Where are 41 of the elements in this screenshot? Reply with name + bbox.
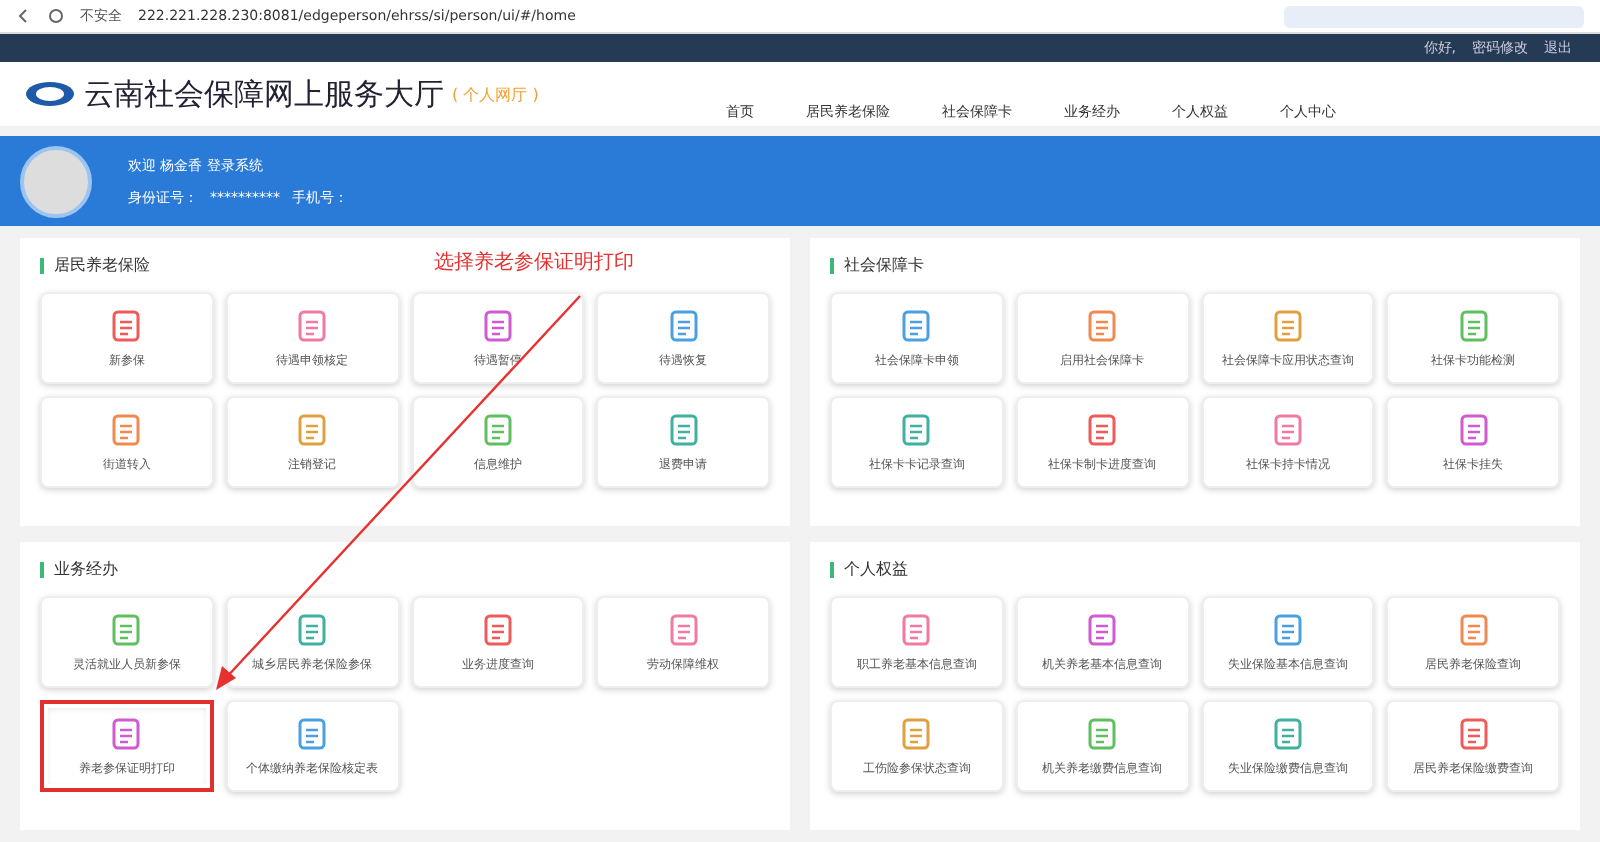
site-subtitle: ( 个人网厅 ) bbox=[452, 83, 539, 105]
document-icon bbox=[108, 307, 145, 343]
document-icon bbox=[898, 307, 935, 343]
reload-icon[interactable] bbox=[48, 8, 64, 24]
document-icon bbox=[1084, 611, 1121, 647]
document-icon bbox=[898, 611, 935, 647]
site-title: 云南社会保障网上服务大厅 bbox=[84, 75, 444, 113]
document-icon bbox=[294, 307, 331, 343]
document-icon bbox=[1455, 715, 1492, 751]
document-icon bbox=[1455, 611, 1492, 647]
avatar bbox=[20, 145, 92, 217]
document-icon bbox=[1269, 307, 1306, 343]
section-title: 个人权益 bbox=[844, 558, 908, 580]
document-icon bbox=[665, 611, 702, 647]
document-icon bbox=[294, 715, 331, 751]
document-icon bbox=[479, 611, 516, 647]
document-icon bbox=[898, 715, 935, 751]
document-icon bbox=[1269, 715, 1306, 751]
back-icon[interactable] bbox=[16, 8, 32, 24]
logo-icon bbox=[24, 80, 76, 108]
document-icon bbox=[1084, 411, 1121, 447]
document-icon bbox=[479, 307, 516, 343]
document-icon bbox=[108, 715, 145, 751]
section-title: 业务经办 bbox=[54, 558, 118, 580]
document-icon bbox=[1455, 307, 1492, 343]
document-icon bbox=[1084, 715, 1121, 751]
document-icon bbox=[898, 411, 935, 447]
document-icon bbox=[665, 307, 702, 343]
section-title: 居民养老保险 bbox=[54, 254, 150, 276]
document-icon bbox=[1269, 611, 1306, 647]
document-icon bbox=[665, 411, 702, 447]
document-icon bbox=[1269, 411, 1306, 447]
document-icon bbox=[294, 411, 331, 447]
document-icon bbox=[479, 411, 516, 447]
document-icon bbox=[1084, 307, 1121, 343]
document-icon bbox=[108, 411, 145, 447]
document-icon bbox=[108, 611, 145, 647]
annotation-text: 选择养老参保证明打印 bbox=[434, 249, 634, 276]
section-title: 社会保障卡 bbox=[844, 254, 924, 276]
document-icon bbox=[294, 611, 331, 647]
document-icon bbox=[1455, 411, 1492, 447]
